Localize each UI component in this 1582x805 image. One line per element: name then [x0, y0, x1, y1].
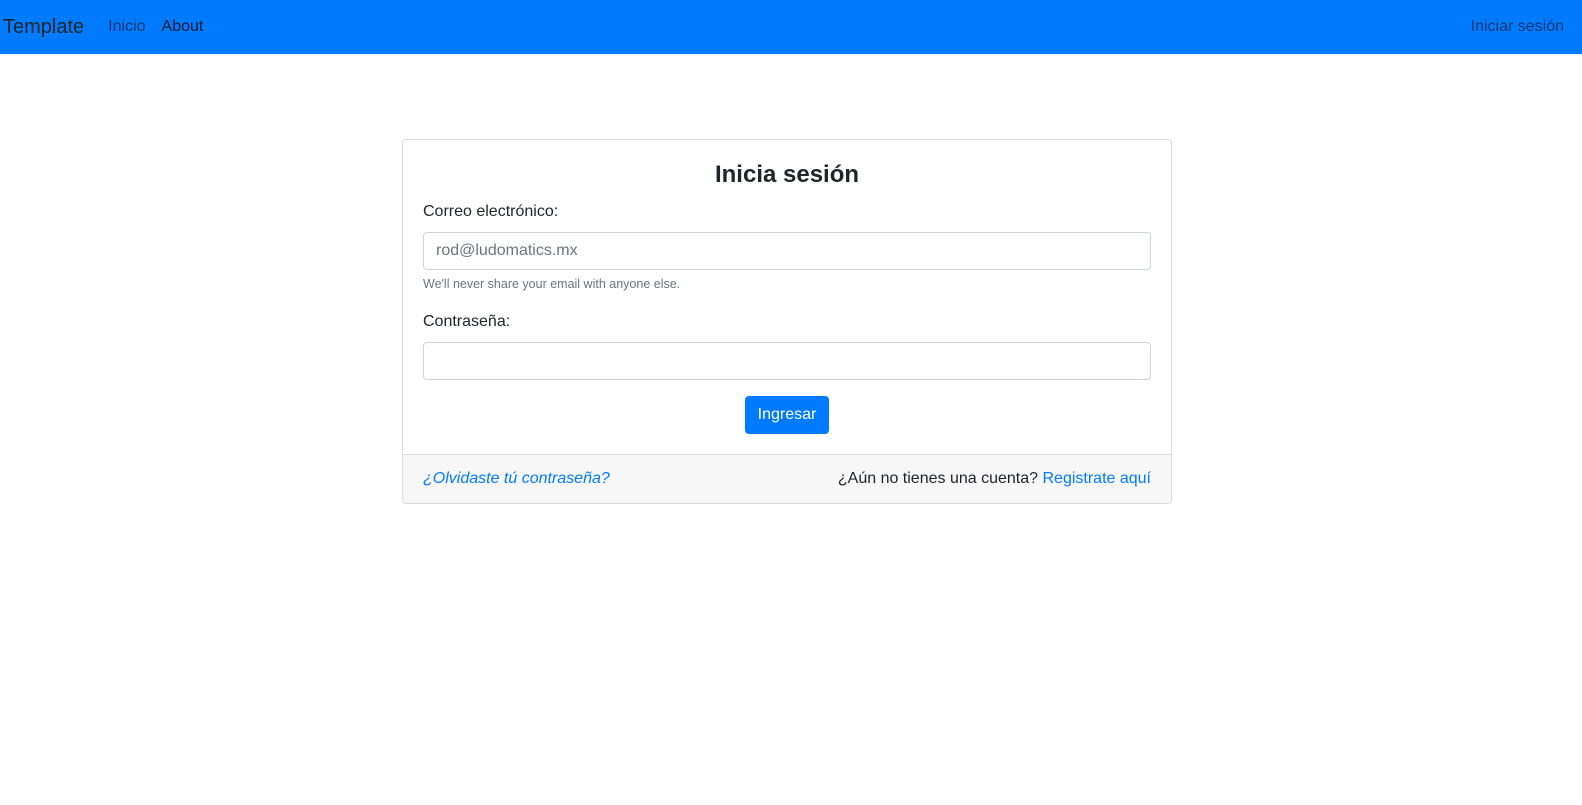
- nav-links: Inicio About: [108, 18, 203, 36]
- email-help-text: We'll never share your email with anyone…: [423, 277, 681, 291]
- login-card-footer: ¿Olvidaste tú contraseña? ¿Aún no tienes…: [403, 454, 1171, 503]
- submit-wrap: Ingresar: [423, 396, 1151, 434]
- register-prompt: ¿Aún no tienes una cuenta? Registrate aq…: [838, 469, 1151, 489]
- email-input[interactable]: [423, 232, 1151, 270]
- email-label: Correo electrónico:: [423, 203, 559, 220]
- register-link[interactable]: Registrate aquí: [1042, 470, 1151, 487]
- login-card: Inicia sesión Correo electrónico: We'll …: [402, 139, 1172, 504]
- nav-link-login[interactable]: Iniciar sesión: [1471, 18, 1564, 36]
- submit-button[interactable]: Ingresar: [744, 396, 830, 434]
- password-input[interactable]: [423, 342, 1151, 380]
- login-card-body: Inicia sesión Correo electrónico: We'll …: [403, 140, 1171, 454]
- nav-link-inicio[interactable]: Inicio: [108, 18, 145, 36]
- no-account-text: ¿Aún no tienes una cuenta?: [837, 470, 1039, 487]
- nav-link-about[interactable]: About: [162, 18, 204, 36]
- password-label: Contraseña:: [423, 313, 511, 330]
- top-navbar: Template Inicio About Iniciar sesión: [0, 0, 1582, 54]
- login-title: Inicia sesión: [714, 161, 860, 188]
- forgot-password-link[interactable]: ¿Olvidaste tú contraseña?: [423, 469, 610, 489]
- navbar-brand[interactable]: Template: [3, 16, 84, 39]
